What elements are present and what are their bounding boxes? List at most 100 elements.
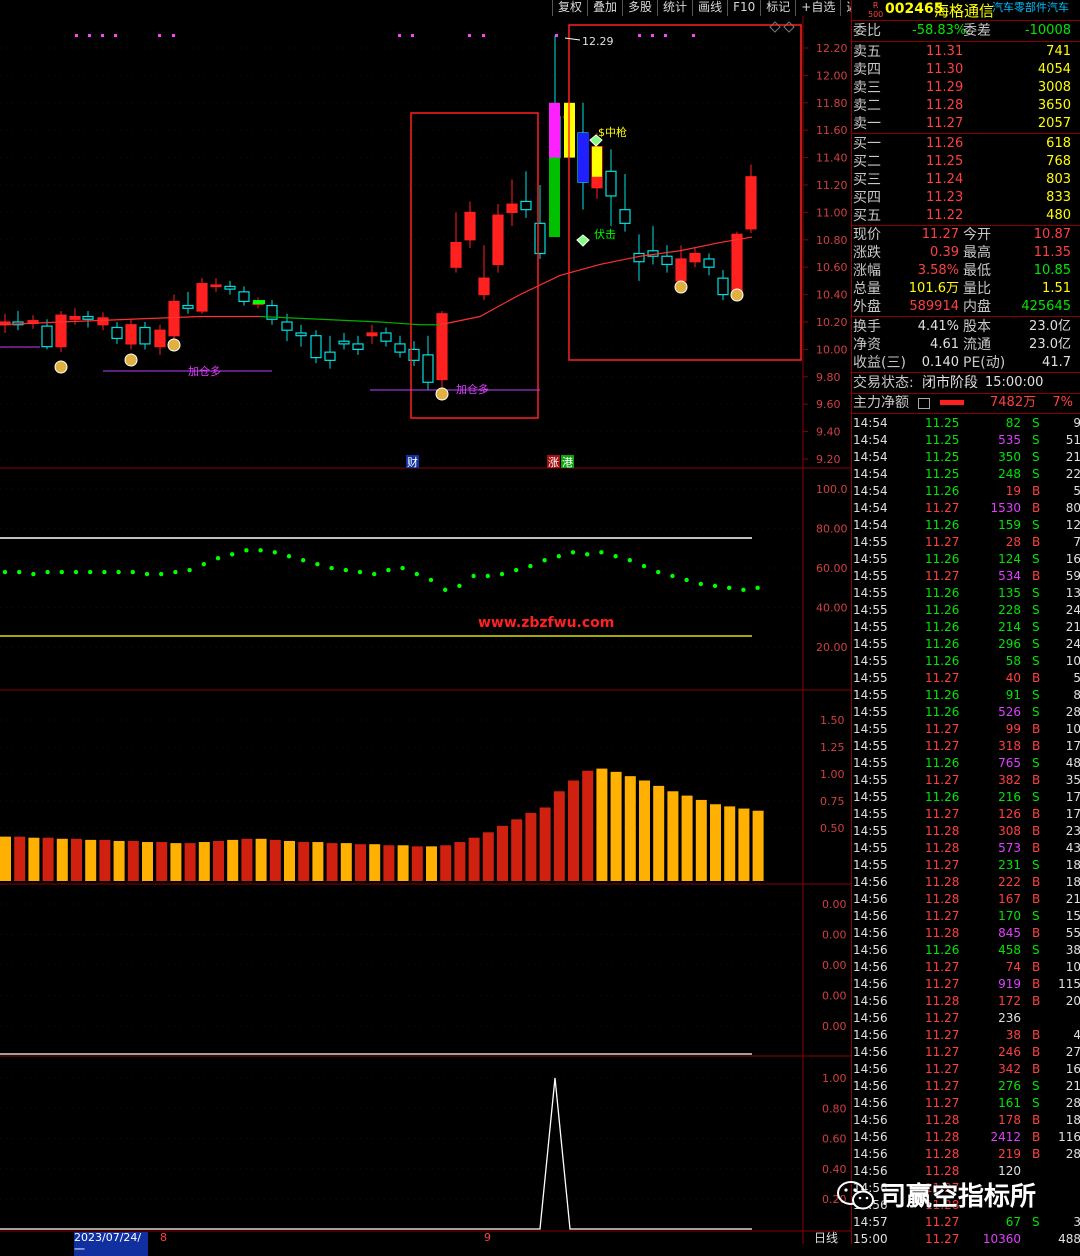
toolbar-add-watchlist-button[interactable]: +自选 [795,0,840,16]
quote-row: 总量 101.6万 量比 1.51 [852,280,1080,298]
toolbar-mark-button[interactable]: 标记 [760,0,795,16]
level-price: 11.22 [926,208,964,223]
y-tick-label: 10.80 [816,234,848,247]
weibi-value: -58.83% [912,23,967,38]
candle-body-highlight [578,132,589,183]
tick-time: 14:55 [853,790,888,804]
buy-level-row[interactable]: 买四 11.23 833 [852,189,1080,207]
buy-level-row[interactable]: 买一 11.26 618 [852,135,1080,153]
money-bag-icon [167,338,181,352]
tick-count: 17 [1065,739,1080,753]
volume-bar [596,768,608,881]
toolbar-f10-button[interactable]: F10 [727,0,760,16]
nav-icon[interactable] [783,21,795,33]
tick-price: 11.25 [925,467,960,481]
osc-dot [173,569,178,575]
quote-label: 收益(三) [853,355,906,371]
top-marker [692,34,695,37]
toolbar-stats-button[interactable]: 统计 [657,0,692,16]
tick-time: 14:55 [853,773,888,787]
tick-price: 11.26 [925,654,960,668]
tick-side: B [1032,484,1041,498]
volume-bar [539,807,551,881]
stock-name[interactable]: 海格通信 [934,0,994,21]
volume-bar [227,839,239,881]
volume-bar [312,842,324,881]
tick-volume: 382 [998,773,1021,787]
buy-level-row[interactable]: 买二 11.25 768 [852,153,1080,171]
tick-price: 11.27 [925,1215,960,1229]
osc-dot [712,583,718,589]
tick-count: 21 [1065,1079,1080,1093]
sell-level-row[interactable]: 卖三 11.29 3008 [852,79,1080,97]
y-tick-label: 0.00 [822,929,847,942]
tick-time: 14:54 [853,433,888,447]
quote-label: 净资 [853,337,881,353]
candle-body [82,315,94,320]
osc-dot [329,565,334,571]
volume-bar [681,795,693,881]
tick-volume: 2412 [990,1130,1021,1144]
tick-count: 18 [1065,1113,1080,1127]
level-volume: 2057 [1037,116,1071,131]
tick-volume: 91 [1005,688,1021,702]
tick-count: 59 [1065,569,1080,583]
tick-side: B [1032,535,1041,549]
top-marker [75,34,78,37]
volume-bar [71,838,82,881]
tick-side: S [1032,858,1040,872]
tick-row: 14:55 11.26 216 S 17 [852,789,1080,806]
tick-side: B [1032,773,1041,787]
buy-level-row[interactable]: 买五 11.22 480 [852,207,1080,225]
level-label: 买五 [853,208,881,224]
toolbar-fuquan-button[interactable]: 复权 [552,0,587,16]
tick-volume: 216 [998,790,1021,804]
highlight-box [568,24,802,361]
tick-volume: 231 [998,858,1021,872]
tick-volume: 124 [998,552,1021,566]
chart-area[interactable]: 12.20 12.00 11.80 11.60 11.40 11.20 11.00 10.80… [0,0,851,1244]
tick-price: 11.28 [925,1147,960,1161]
tick-volume: 161 [998,1096,1021,1110]
level-volume: 4054 [1037,62,1071,77]
tick-row: 14:55 11.28 308 B 23 [852,823,1080,840]
nav-icon[interactable] [769,21,781,33]
sell-level-row[interactable]: 卖二 11.28 3650 [852,97,1080,115]
osc-dot [2,569,8,575]
tick-row: 14:56 11.28 178 B 18 [852,1112,1080,1129]
tick-count: 80 [1065,501,1080,515]
osc-dot [116,569,121,575]
candle-body-highlight [549,157,560,238]
toolbar-multi-stock-button[interactable]: 多股 [622,0,657,16]
osc-dot [400,565,405,571]
volume-bar [28,837,40,881]
level-price: 11.24 [926,172,964,187]
sell-level-row[interactable]: 卖四 11.30 4054 [852,61,1080,79]
y-tick-label: 0.50 [820,822,845,835]
volume-bar [99,839,111,881]
industry-label[interactable]: 汽车零部件汽车 [992,0,1069,15]
bottom-date-label[interactable]: 2023/07/24/一 [74,1232,148,1256]
sell-level-row[interactable]: 卖一 11.27 2057 [852,115,1080,133]
tick-side: S [1032,552,1040,566]
tick-time: 14:56 [853,1062,888,1076]
period-label[interactable]: 日线 [814,1232,838,1244]
buy-level-row[interactable]: 买三 11.24 803 [852,171,1080,189]
toolbar-overlay-button[interactable]: 叠加 [587,0,622,16]
trade-status-label: 交易状态: [853,375,914,391]
y-tick-label: 100.0 [816,483,848,496]
tick-price: 11.25 [925,416,960,430]
list-icon[interactable] [918,398,930,409]
tick-time: 14:54 [853,450,888,464]
tick-volume: 82 [1005,416,1021,430]
quote-value: 11.27 [921,227,959,242]
sell-level-row[interactable]: 卖五 11.31 741 [852,43,1080,61]
toolbar-draw-button[interactable]: 画线 [692,0,727,16]
tick-volume: 38 [1005,1028,1021,1042]
volume-bar [482,832,494,881]
main-force-row: 主力净额 7482万 7% [852,394,1080,412]
weicha-value: -10008 [1024,23,1071,38]
tick-price: 11.27 [925,569,960,583]
tick-side: S [1032,1096,1040,1110]
candle-body [394,343,406,353]
